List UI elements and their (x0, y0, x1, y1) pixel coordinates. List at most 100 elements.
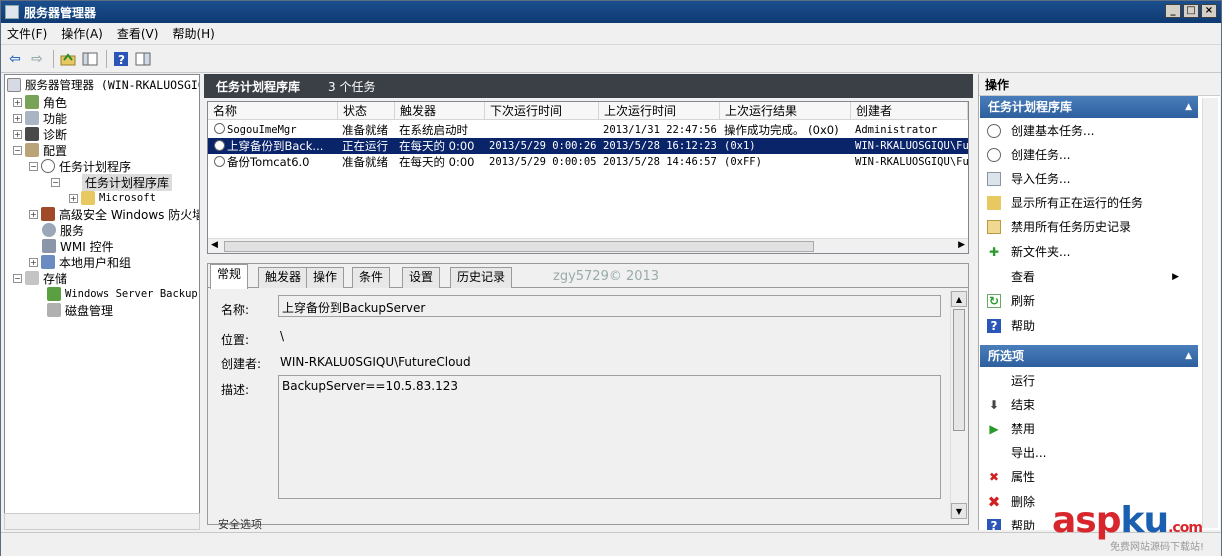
task-list-horizontal-scrollbar[interactable]: ◀ ▶ (208, 238, 968, 253)
task-trigger: 在每天的 0:00 (399, 139, 475, 153)
collapse-icon[interactable]: ▲ (1185, 345, 1192, 367)
tree-item-microsoft[interactable]: + Microsoft (69, 190, 156, 206)
collapse-icon[interactable]: ▲ (1185, 96, 1192, 118)
task-trigger: 在系统启动时 (399, 123, 468, 137)
action-disable-history[interactable]: 禁用所有任务历史记录 (987, 216, 1131, 238)
action-label: 禁用所有任务历史记录 (1011, 220, 1132, 234)
action-new-folder[interactable]: ✚ 新文件夹... (987, 241, 1070, 263)
scroll-right-icon[interactable]: ▶ (958, 240, 965, 250)
tree-item-wmi[interactable]: WMI 控件 (42, 238, 114, 254)
show-hide-console-tree-icon[interactable] (80, 49, 100, 69)
expand-icon[interactable]: + (13, 113, 22, 123)
tree-item-storage[interactable]: − 存储 (13, 270, 67, 286)
name-field[interactable]: 上穿备份到BackupServer (278, 295, 941, 317)
table-row[interactable]: 备份Tomcat6.0 准备就绪 在每天的 0:00 2013/5/29 0:0… (208, 154, 968, 170)
title-bar[interactable]: 服务器管理器 _ □ × (1, 1, 1221, 23)
tab-conditions[interactable]: 条件 (352, 267, 391, 288)
expand-icon[interactable]: + (29, 209, 38, 219)
action-refresh[interactable]: ↻ 刷新 (987, 290, 1035, 312)
show-hide-action-pane-icon[interactable] (133, 49, 153, 69)
action-run[interactable]: 运行 (987, 370, 1035, 392)
scrollbar-thumb[interactable] (953, 309, 965, 431)
column-status[interactable]: 状态 (338, 102, 395, 120)
table-row[interactable]: SogouImeMgr 准备就绪 在系统启动时 2013/1/31 22:47:… (208, 122, 968, 138)
tree-item-services[interactable]: 服务 (42, 222, 84, 238)
action-delete[interactable]: ✖ 删除 (987, 491, 1035, 513)
logo-text-a: asp (1052, 500, 1121, 541)
tree-item-root[interactable]: 服务器管理器 (WIN-RKALUOSGIQU) (7, 77, 199, 93)
minimize-button[interactable]: _ (1165, 4, 1181, 18)
tab-general[interactable]: 常规 (210, 264, 249, 289)
scroll-up-icon[interactable]: ▲ (951, 291, 967, 307)
menu-file[interactable]: 文件(F) (7, 25, 47, 42)
column-author[interactable]: 创建者 (851, 102, 968, 120)
expand-icon[interactable]: + (13, 129, 22, 139)
collapse-icon[interactable]: − (13, 273, 22, 283)
action-export[interactable]: 导出... (987, 442, 1046, 464)
expand-icon[interactable]: + (69, 193, 78, 203)
column-last-run[interactable]: 上次运行时间 (599, 102, 720, 120)
scroll-left-icon[interactable]: ◀ (211, 240, 218, 250)
description-field[interactable]: BackupServer==10.5.83.123 (278, 375, 941, 499)
action-show-running-tasks[interactable]: 显示所有正在运行的任务 (987, 192, 1143, 214)
tree-item-task-scheduler-library[interactable]: − 任务计划程序库 (51, 173, 173, 191)
collapse-icon[interactable]: − (29, 161, 38, 171)
tree-item-roles[interactable]: + 角色 (13, 94, 67, 110)
tab-actions[interactable]: 操作 (306, 267, 345, 288)
tree-horizontal-scrollbar[interactable] (4, 513, 200, 530)
collapse-icon[interactable]: − (51, 177, 60, 187)
column-name[interactable]: 名称 (208, 102, 338, 120)
action-create-basic-task[interactable]: 创建基本任务... (987, 120, 1094, 142)
detail-vertical-scrollbar[interactable]: ▲ ▼ (950, 291, 967, 519)
close-button[interactable]: × (1201, 4, 1217, 18)
tab-history[interactable]: 历史记录 (450, 267, 513, 288)
toolbar-separator (106, 50, 107, 68)
up-folder-icon[interactable] (58, 49, 78, 69)
column-trigger[interactable]: 触发器 (395, 102, 485, 120)
actions-vertical-scrollbar[interactable] (1202, 98, 1218, 528)
tree-item-task-scheduler[interactable]: − 任务计划程序 (29, 158, 131, 174)
action-properties[interactable]: ✖ 属性 (987, 466, 1035, 488)
action-create-task[interactable]: 创建任务... (987, 144, 1070, 166)
action-help[interactable]: ? 帮助 (987, 315, 1035, 337)
forward-arrow-icon[interactable]: ⇨ (27, 49, 47, 69)
action-import-task[interactable]: 导入任务... (987, 168, 1070, 190)
blank-icon (987, 270, 1001, 284)
help-icon[interactable]: ? (111, 49, 131, 69)
tree-item-windows-server-backup[interactable]: Windows Server Backup (47, 286, 198, 302)
action-label: 导出... (1011, 446, 1047, 460)
section-header-selected-item[interactable]: 所选项 ▲ (980, 345, 1198, 367)
menu-help[interactable]: 帮助(H) (172, 25, 214, 42)
menu-action[interactable]: 操作(A) (61, 25, 103, 42)
tree-item-features[interactable]: + 功能 (13, 110, 67, 126)
name-label: 名称: (221, 303, 250, 317)
action-disable[interactable]: ▶ 禁用 (987, 418, 1035, 440)
tree-item-disk-management[interactable]: 磁盘管理 (47, 302, 113, 318)
maximize-button[interactable]: □ (1183, 4, 1199, 18)
tree-item-configuration[interactable]: − 配置 (13, 142, 67, 158)
tree-item-firewall[interactable]: + 高级安全 Windows 防火墙 (29, 206, 199, 222)
column-last-result[interactable]: 上次运行结果 (720, 102, 851, 120)
storage-icon (25, 271, 39, 285)
action-end[interactable]: ⬇ 结束 (987, 394, 1035, 416)
column-next-run[interactable]: 下次运行时间 (485, 102, 599, 120)
expand-icon[interactable]: + (29, 257, 38, 267)
task-name: SogouImeMgr (227, 124, 297, 136)
task-status: 正在运行 (342, 139, 388, 153)
scroll-down-icon[interactable]: ▼ (951, 503, 967, 519)
history-icon (987, 220, 1001, 234)
scrollbar-thumb[interactable] (224, 241, 814, 252)
tree-item-diagnostics[interactable]: + 诊断 (13, 126, 67, 142)
action-help-selected[interactable]: ? 帮助 (987, 515, 1035, 530)
section-header-library[interactable]: 任务计划程序库 ▲ (980, 96, 1198, 118)
task-list-header: 名称 状态 触发器 下次运行时间 上次运行时间 上次运行结果 创建者 (208, 102, 968, 120)
table-row-selected[interactable]: 上穿备份到Back... 正在运行 在每天的 0:00 2013/5/29 0:… (208, 138, 968, 154)
action-view[interactable]: 查看 ▶ (987, 266, 1187, 288)
expand-icon[interactable]: + (13, 97, 22, 107)
back-arrow-icon[interactable]: ⇦ (5, 49, 25, 69)
tree-item-local-users[interactable]: + 本地用户和组 (29, 254, 131, 270)
tab-settings[interactable]: 设置 (402, 267, 441, 288)
menu-view[interactable]: 查看(V) (117, 25, 159, 42)
tab-triggers[interactable]: 触发器 (258, 267, 309, 288)
collapse-icon[interactable]: − (13, 145, 22, 155)
